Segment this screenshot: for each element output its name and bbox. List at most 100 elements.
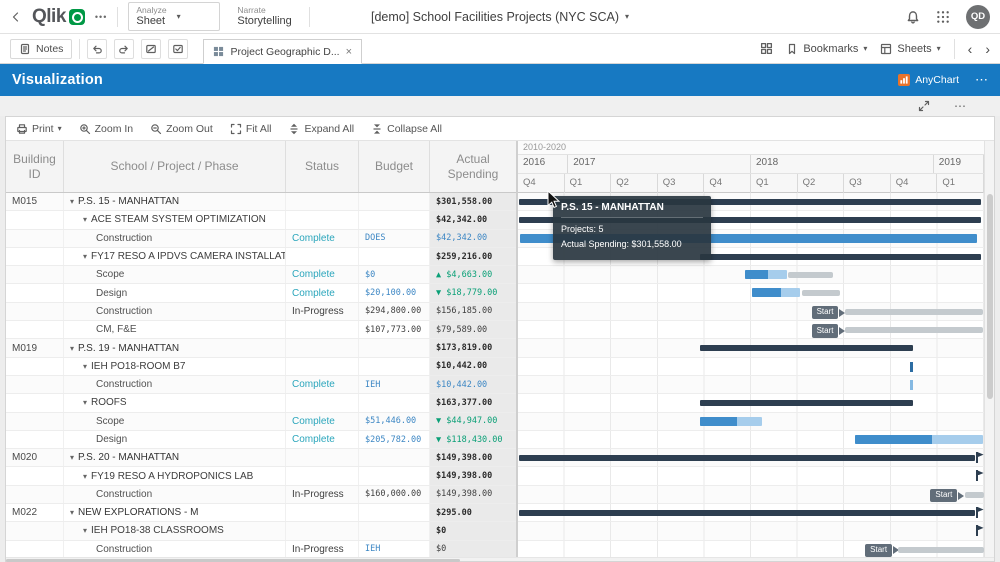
print-button[interactable]: Print ▾ — [16, 123, 62, 135]
gantt-bar-tick-light[interactable] — [910, 380, 913, 390]
gantt-row[interactable]: Start — [518, 321, 984, 339]
row-collapse-caret[interactable]: ▾ — [70, 197, 74, 206]
tab-project-geographic[interactable]: Project Geographic D... × — [203, 39, 362, 64]
gantt-bar-baseline[interactable] — [845, 327, 982, 333]
app-launcher-button[interactable] — [936, 10, 950, 24]
gantt-milestone[interactable]: Start — [865, 544, 899, 557]
notes-button[interactable]: Notes — [10, 39, 72, 59]
redo-selection-button[interactable] — [114, 39, 134, 59]
previous-sheet-button[interactable]: ‹ — [968, 42, 973, 56]
undo-selection-button[interactable] — [87, 39, 107, 59]
gantt-row[interactable] — [518, 376, 984, 394]
gantt-bar-group[interactable] — [700, 254, 981, 260]
table-row[interactable]: DesignComplete$20,100.00▼ $18,779.00 — [6, 284, 516, 302]
table-row[interactable]: ▾IEH PO18-38 CLASSROOMS$0 — [6, 522, 516, 540]
gantt-bar-task[interactable] — [700, 417, 762, 426]
gantt-row[interactable] — [518, 522, 984, 540]
gantt-row[interactable] — [518, 449, 984, 467]
gantt-milestone[interactable]: Start — [812, 306, 846, 320]
gantt-bar-group[interactable] — [519, 455, 974, 461]
table-row[interactable]: ConstructionCompleteIEH$10,442.00 — [6, 376, 516, 394]
row-collapse-caret[interactable]: ▾ — [83, 472, 87, 481]
gantt-row[interactable] — [518, 467, 984, 485]
table-row[interactable]: ScopeComplete$51,446.00▼ $44,947.00 — [6, 413, 516, 431]
horizontal-scrollbar[interactable] — [6, 557, 994, 561]
gantt-row[interactable] — [518, 504, 984, 522]
row-collapse-caret[interactable]: ▾ — [83, 398, 87, 407]
horizontal-scrollbar-thumb[interactable] — [6, 559, 460, 562]
row-collapse-caret[interactable]: ▾ — [83, 526, 87, 535]
gantt-flag-marker-icon[interactable] — [976, 452, 978, 463]
gantt-bar-baseline[interactable] — [898, 547, 984, 553]
gantt-bar-group[interactable] — [519, 510, 974, 516]
qlik-logo[interactable]: Qlik — [32, 6, 85, 28]
gantt-bar-group[interactable] — [700, 400, 913, 406]
gantt-bar-baseline[interactable] — [802, 290, 839, 296]
back-chevron-button[interactable] — [10, 11, 22, 23]
expand-all-button[interactable]: Expand All — [288, 123, 354, 135]
table-row[interactable]: ConstructionIn-ProgressIEH$0 — [6, 541, 516, 557]
gantt-bar-tick-dark[interactable] — [910, 362, 913, 372]
close-tab-icon[interactable]: × — [346, 46, 352, 58]
notifications-button[interactable] — [906, 10, 920, 24]
sheet-objects-button[interactable] — [760, 42, 773, 55]
gantt-bar-task[interactable] — [745, 270, 787, 279]
selections-tool-button[interactable] — [168, 39, 188, 59]
gantt-row[interactable] — [518, 413, 984, 431]
column-header-actual-spending[interactable]: Actual Spending — [430, 141, 516, 192]
gantt-bar-baseline[interactable] — [845, 309, 982, 315]
gantt-row[interactable] — [518, 339, 984, 357]
mode-selector-analyze-sheet[interactable]: Analyze Sheet ▾ — [128, 2, 220, 31]
gantt-row[interactable]: Start — [518, 303, 984, 321]
gantt-bar-baseline[interactable] — [965, 492, 984, 498]
gantt-row[interactable] — [518, 431, 984, 449]
column-header-school-project-phase[interactable]: School / Project / Phase — [64, 141, 286, 192]
gantt-bar-task[interactable] — [752, 288, 800, 297]
row-collapse-caret[interactable]: ▾ — [83, 362, 87, 371]
row-collapse-caret[interactable]: ▾ — [83, 215, 87, 224]
gantt-row[interactable] — [518, 358, 984, 376]
gantt-flag-marker-icon[interactable] — [976, 507, 978, 518]
column-header-budget[interactable]: Budget — [359, 141, 430, 192]
table-row[interactable]: ▾FY19 RESO A HYDROPONICS LAB$149,398.00 — [6, 467, 516, 485]
table-row[interactable]: ConstructionCompleteDOES$42,342.00 — [6, 230, 516, 248]
gantt-bar-group[interactable] — [700, 345, 913, 351]
gantt-row[interactable]: Start — [518, 486, 984, 504]
object-menu-button[interactable]: ⋯ — [954, 99, 966, 113]
table-row[interactable]: ▾ACE STEAM SYSTEM OPTIMIZATION$42,342.00 — [6, 211, 516, 229]
gantt-row[interactable] — [518, 394, 984, 412]
vertical-scrollbar[interactable] — [984, 141, 994, 557]
vertical-scrollbar-thumb[interactable] — [987, 194, 993, 399]
zoom-out-button[interactable]: Zoom Out — [150, 123, 213, 135]
table-row[interactable]: M022▾NEW EXPLORATIONS - M$295.00 — [6, 504, 516, 522]
global-menu-button[interactable]: ••• — [95, 12, 107, 22]
table-row[interactable]: ▾IEH PO18-ROOM B7$10,442.00 — [6, 358, 516, 376]
user-avatar[interactable]: QD — [966, 5, 990, 29]
bookmarks-dropdown[interactable]: Bookmarks ▾ — [786, 43, 867, 55]
row-collapse-caret[interactable]: ▾ — [83, 252, 87, 261]
gantt-bar-baseline[interactable] — [788, 272, 832, 278]
table-row[interactable]: M019▾P.S. 19 - MANHATTAN$173,819.00 — [6, 339, 516, 357]
app-title-dropdown[interactable]: [demo] School Facilities Projects (NYC S… — [371, 10, 629, 24]
row-collapse-caret[interactable]: ▾ — [70, 453, 74, 462]
table-row[interactable]: M020▾P.S. 20 - MANHATTAN$149,398.00 — [6, 449, 516, 467]
table-row[interactable]: ▾FY17 RESO A IPDVS CAMERA INSTALLATION$2… — [6, 248, 516, 266]
anychart-brand[interactable]: AnyChart — [898, 74, 959, 86]
column-header-status[interactable]: Status — [286, 141, 359, 192]
gantt-row[interactable] — [518, 284, 984, 302]
fit-all-button[interactable]: Fit All — [230, 123, 272, 135]
table-row[interactable]: ConstructionIn-Progress$294,800.00$156,1… — [6, 303, 516, 321]
clear-selections-button[interactable] — [141, 39, 161, 59]
gantt-flag-marker-icon[interactable] — [976, 470, 978, 481]
fullscreen-button[interactable] — [918, 100, 930, 112]
next-sheet-button[interactable]: › — [985, 42, 990, 56]
gantt-milestone[interactable]: Start — [812, 324, 846, 338]
collapse-all-button[interactable]: Collapse All — [371, 123, 442, 135]
row-collapse-caret[interactable]: ▾ — [70, 508, 74, 517]
column-header-building-id[interactable]: Building ID — [6, 141, 64, 192]
mode-narrate-storytelling[interactable]: Narrate Storytelling — [230, 3, 298, 30]
table-row[interactable]: ▾ROOFS$163,377.00 — [6, 394, 516, 412]
gantt-row[interactable] — [518, 266, 984, 284]
sheets-dropdown[interactable]: Sheets ▾ — [880, 43, 940, 55]
gantt-milestone[interactable]: Start — [930, 489, 964, 503]
